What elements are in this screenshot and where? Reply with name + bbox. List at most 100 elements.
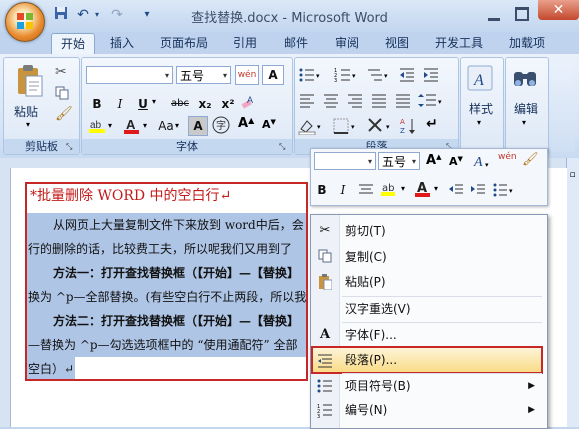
- mini-center-icon[interactable]: [358, 182, 374, 198]
- menu-item-paragraph[interactable]: 段落(P)...: [311, 348, 545, 372]
- bullets-icon[interactable]: ▾: [298, 66, 322, 84]
- phonetic-guide-button[interactable]: wén: [235, 65, 259, 85]
- paste-dropdown-icon[interactable]: ▾: [26, 120, 30, 129]
- mini-bullets-icon[interactable]: ▾: [492, 182, 516, 198]
- align-center-icon[interactable]: [322, 92, 340, 110]
- font-size-combo[interactable]: 五号 ▾: [176, 66, 231, 84]
- tab-mailings[interactable]: 邮件: [276, 33, 316, 54]
- font-launcher-icon[interactable]: ⤡: [279, 142, 285, 152]
- cut-icon[interactable]: ✂: [55, 64, 71, 80]
- svg-text:字: 字: [216, 119, 226, 132]
- mini-italic-button[interactable]: I: [336, 180, 350, 200]
- align-left-icon[interactable]: [298, 92, 316, 110]
- menu-item-paste[interactable]: 粘贴(P): [311, 270, 545, 294]
- svg-text:▾: ▾: [386, 123, 390, 131]
- mini-font-size-combo[interactable]: 五号 ▾: [378, 152, 420, 170]
- menu-item-numbering[interactable]: 123 编号(N) ▶: [311, 398, 545, 422]
- change-case-dropdown-icon[interactable]: ▾: [175, 121, 179, 130]
- clear-formatting-icon[interactable]: A: [240, 94, 256, 110]
- menu-item-cut[interactable]: ✂ 剪切(T): [311, 219, 545, 243]
- char-border-button[interactable]: A: [262, 65, 284, 85]
- submenu-arrow-icon: ▶: [528, 381, 535, 391]
- shrink-font-icon[interactable]: A▼: [262, 118, 280, 136]
- italic-button[interactable]: I: [112, 94, 128, 114]
- tab-view[interactable]: 视图: [377, 33, 417, 54]
- highlight-dropdown-icon[interactable]: ▾: [108, 121, 112, 130]
- svg-text:A: A: [400, 118, 405, 126]
- font-color-icon[interactable]: A: [123, 116, 141, 134]
- mini-phonetic-button[interactable]: wén: [498, 152, 520, 162]
- editing-button-label[interactable]: 编辑: [509, 100, 543, 117]
- mini-font-name-combo[interactable]: ▾: [314, 152, 376, 170]
- superscript-button[interactable]: x²: [218, 94, 238, 114]
- vertical-scrollbar[interactable]: [566, 158, 579, 427]
- mini-shrink-font-icon[interactable]: A▼: [449, 155, 463, 168]
- multilevel-list-icon[interactable]: ▾: [366, 66, 390, 84]
- binoculars-icon[interactable]: [511, 64, 541, 94]
- ribbon-right-edge: [551, 62, 575, 152]
- shading-icon[interactable]: ▾: [298, 117, 324, 136]
- mini-styles-icon[interactable]: A ▾: [472, 152, 492, 170]
- maximize-icon[interactable]: [515, 7, 529, 21]
- copy-icon: [317, 249, 333, 265]
- justify-icon[interactable]: [370, 92, 388, 110]
- tab-insert[interactable]: 插入: [103, 33, 141, 54]
- line-spacing-icon[interactable]: ▾: [418, 92, 444, 110]
- styles-dropdown-icon[interactable]: ▾: [477, 118, 481, 127]
- decrease-indent-icon[interactable]: [398, 66, 416, 84]
- mini-format-painter-icon[interactable]: 🖌: [522, 152, 539, 167]
- tab-references[interactable]: 引用: [225, 33, 265, 54]
- mini-highlight-dropdown-icon[interactable]: ▾: [401, 184, 405, 193]
- styles-icon[interactable]: A: [466, 64, 496, 94]
- ruler-toggle-icon[interactable]: ▫: [567, 170, 578, 184]
- mini-highlight-icon[interactable]: ab: [380, 180, 400, 198]
- clipboard-launcher-icon[interactable]: ⤡: [66, 142, 72, 152]
- subscript-button[interactable]: x₂: [195, 94, 215, 114]
- tab-review[interactable]: 审阅: [327, 33, 367, 54]
- text-highlight-icon[interactable]: ab: [88, 117, 108, 133]
- copy-icon[interactable]: [55, 86, 71, 102]
- mini-grow-font-icon[interactable]: A▲: [426, 153, 441, 168]
- format-painter-icon[interactable]: 🖌: [55, 106, 73, 122]
- numbering-icon: 123: [317, 402, 333, 420]
- increase-indent-icon[interactable]: [422, 66, 440, 84]
- font-color-dropdown-icon[interactable]: ▾: [143, 121, 147, 130]
- font-name-combo[interactable]: ▾: [86, 66, 173, 84]
- mini-font-color-dropdown-icon[interactable]: ▾: [434, 184, 438, 193]
- strikethrough-button[interactable]: abc: [168, 94, 192, 114]
- editing-dropdown-icon[interactable]: ▾: [522, 118, 526, 127]
- tab-addins[interactable]: 加载项: [500, 33, 554, 54]
- align-right-icon[interactable]: [346, 92, 364, 110]
- bold-button[interactable]: B: [88, 94, 106, 114]
- menu-item-copy[interactable]: 复制(C): [311, 245, 545, 269]
- tab-page-layout[interactable]: 页面布局: [153, 33, 215, 54]
- tab-home[interactable]: 开始: [51, 33, 95, 55]
- menu-item-bullets[interactable]: 项目符号(B) ▶: [311, 374, 545, 398]
- menu-item-reconvert[interactable]: 汉字重选(V): [311, 297, 545, 321]
- mini-increase-indent-icon[interactable]: [470, 182, 486, 198]
- close-icon[interactable]: ✕: [538, 0, 579, 20]
- borders-icon[interactable]: ▾: [332, 117, 358, 135]
- char-shading-button[interactable]: A: [188, 116, 208, 136]
- annotation-box-text: [25, 182, 308, 381]
- mini-decrease-indent-icon[interactable]: [448, 182, 464, 198]
- distributed-icon[interactable]: [394, 92, 412, 110]
- mini-bold-button[interactable]: B: [314, 180, 330, 200]
- chinese-layout-icon[interactable]: ▾: [366, 116, 394, 136]
- paste-icon[interactable]: [14, 64, 44, 100]
- paste-button-label[interactable]: 粘贴: [14, 103, 48, 120]
- svg-text:▾: ▾: [352, 72, 356, 80]
- minimize-icon[interactable]: [488, 8, 502, 22]
- mini-font-color-icon[interactable]: A: [414, 179, 432, 197]
- enclose-char-icon[interactable]: 字: [212, 116, 230, 134]
- office-button[interactable]: [5, 2, 45, 42]
- underline-button[interactable]: U: [135, 94, 151, 114]
- tab-developer[interactable]: 开发工具: [428, 33, 490, 54]
- grow-font-icon[interactable]: A▲: [238, 116, 256, 134]
- numbering-icon[interactable]: 1 2 3 ▾: [334, 66, 358, 84]
- menu-item-font[interactable]: A 字体(F)...: [311, 323, 545, 347]
- underline-dropdown-icon[interactable]: ▾: [152, 97, 156, 106]
- show-marks-icon[interactable]: ↵: [426, 116, 444, 136]
- sort-icon[interactable]: AZ: [400, 116, 418, 136]
- styles-button-label[interactable]: 样式: [464, 100, 498, 117]
